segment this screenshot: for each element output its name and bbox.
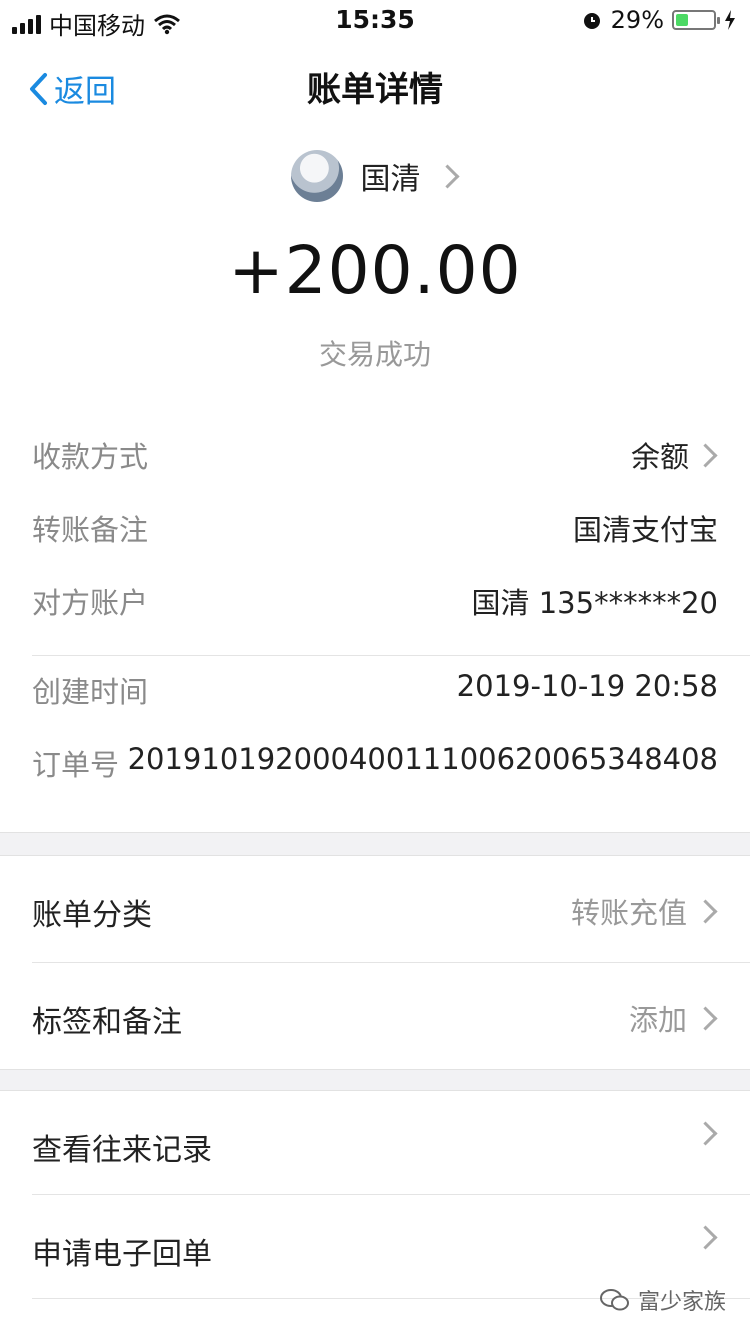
wechat-icon	[599, 1289, 629, 1311]
section-gap	[0, 832, 750, 856]
transaction-amount: +200.00	[228, 232, 522, 309]
e-receipt-label: 申请电子回单	[32, 1237, 212, 1272]
payment-method-row[interactable]: 收款方式 余额	[0, 420, 750, 493]
memo-row: 转账备注 国清支付宝	[0, 493, 750, 566]
nav-bar: 返回 账单详情	[0, 44, 750, 124]
bill-category-row[interactable]: 账单分类 转账充值	[0, 856, 750, 962]
order-number-value: 20191019200040011100620065348408	[127, 742, 718, 776]
chevron-right-icon	[434, 163, 460, 189]
alarm-icon	[583, 13, 600, 29]
account-label: 对方账户	[32, 586, 149, 620]
status-bar: 中国移动 15:35 29%	[0, 0, 750, 40]
charging-icon	[725, 10, 735, 30]
payment-method-label: 收款方式	[32, 440, 149, 474]
payer-link[interactable]: 国清	[0, 150, 750, 202]
section-gap	[0, 1069, 750, 1091]
bill-category-value: 转账充值	[570, 896, 687, 930]
view-history-row[interactable]: 查看往来记录	[0, 1091, 750, 1197]
tag-notes-row[interactable]: 标签和备注 添加	[0, 963, 750, 1069]
memo-value: 国清支付宝	[572, 513, 718, 547]
created-time-value: 2019-10-19 20:58	[456, 669, 718, 703]
tag-notes-label: 标签和备注	[32, 1005, 182, 1040]
battery-icon	[672, 10, 720, 30]
tag-notes-value: 添加	[628, 1003, 687, 1037]
payment-method-value: 余额	[630, 440, 689, 474]
bill-category-label: 账单分类	[32, 898, 152, 933]
battery-percent: 29%	[610, 6, 664, 34]
chevron-right-icon	[693, 1005, 718, 1031]
chevron-right-icon	[693, 1121, 718, 1146]
status-right: 29%	[581, 6, 736, 34]
order-number-row: 订单号 20191019200040011100620065348408	[0, 728, 750, 801]
payer-name: 国清	[360, 162, 421, 197]
account-value: 国清 135******20	[471, 586, 718, 620]
memo-label: 转账备注	[32, 513, 149, 547]
watermark-text: 富少家族	[637, 1290, 726, 1315]
chevron-right-icon	[693, 898, 718, 924]
account-row: 对方账户 国清 135******20	[0, 566, 750, 639]
page-title: 账单详情	[307, 70, 443, 110]
transaction-header: 国清 +200.00 交易成功	[0, 150, 750, 373]
order-number-label: 订单号	[32, 748, 120, 782]
chevron-right-icon	[693, 1225, 718, 1250]
transaction-details: 收款方式 余额 转账备注 国清支付宝 对方账户 国清 135******20 创…	[0, 420, 750, 801]
created-time-row: 创建时间 2019-10-19 20:58	[0, 655, 750, 728]
view-history-label: 查看往来记录	[32, 1133, 212, 1168]
avatar	[290, 150, 343, 202]
created-time-label: 创建时间	[32, 675, 149, 709]
transaction-status: 交易成功	[318, 338, 431, 371]
chevron-right-icon	[693, 442, 718, 468]
watermark: 富少家族	[599, 1284, 726, 1316]
